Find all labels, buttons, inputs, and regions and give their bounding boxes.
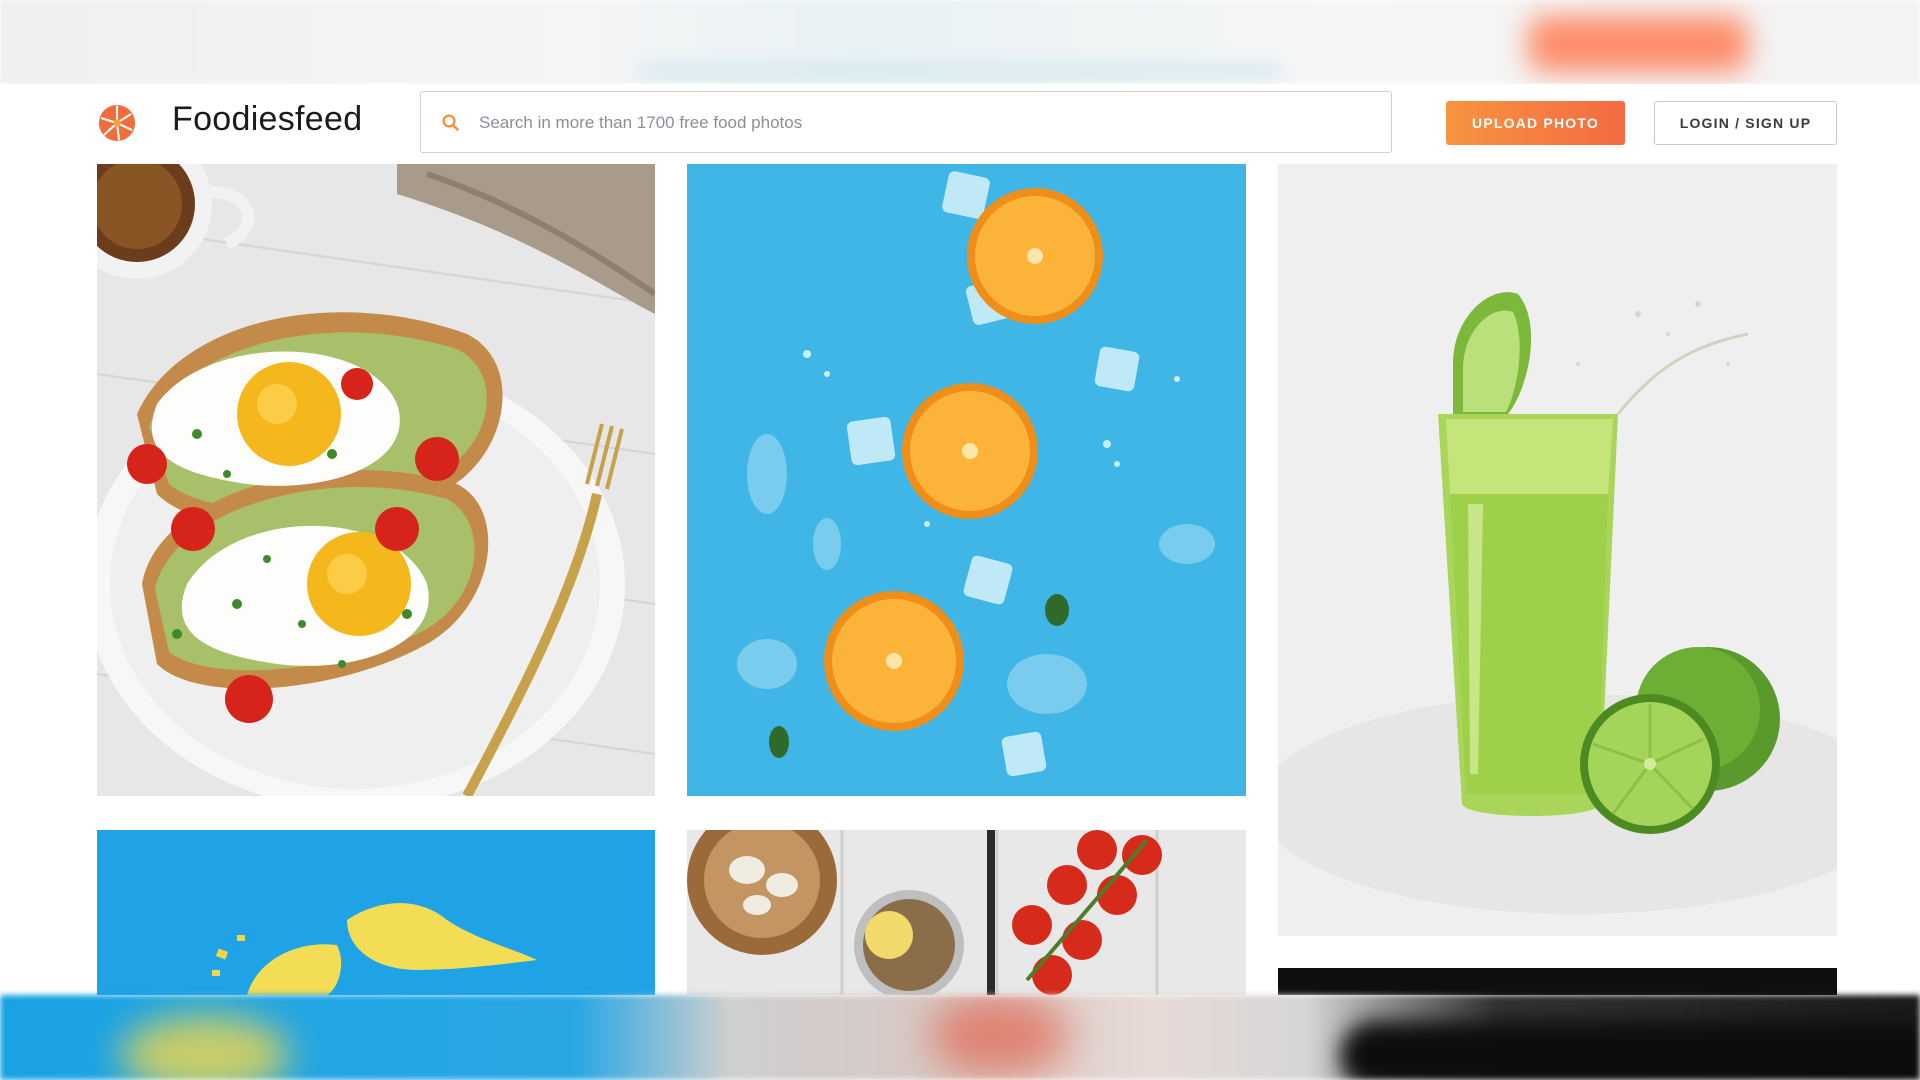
foodiesfeed-logo-icon[interactable] [98,104,136,142]
upload-photo-button[interactable]: UPLOAD PHOTO [1446,101,1625,145]
site-header: Foodiesfeed UPLOAD PHOTO LOGIN / SIGN UP [0,84,1920,164]
search-icon [441,113,461,133]
search-box[interactable] [420,91,1392,153]
photo-card[interactable] [687,164,1246,796]
search-input[interactable] [479,106,1359,140]
blurred-button [1528,16,1748,72]
blurred-bottom-region [0,995,1920,1080]
eggs-toast-image [97,164,655,796]
garlic-tomatoes-image [687,830,1246,995]
photo-card[interactable] [687,830,1246,995]
photo-card[interactable] [1278,164,1837,936]
photo-card[interactable] [1278,968,1837,995]
photo-card[interactable] [97,830,655,995]
oranges-image [687,164,1246,796]
blurred-blob [1340,1021,1920,1080]
brand-name[interactable]: Foodiesfeed [172,100,362,139]
banana-image [97,830,655,995]
photo-card[interactable] [97,164,655,796]
lime-juice-image [1278,164,1837,936]
login-signup-button[interactable]: LOGIN / SIGN UP [1654,101,1837,145]
blurred-bar [640,64,1280,78]
blurred-top-region [0,0,1920,84]
blurred-blob [930,995,1070,1075]
blurred-blob [120,1015,290,1080]
